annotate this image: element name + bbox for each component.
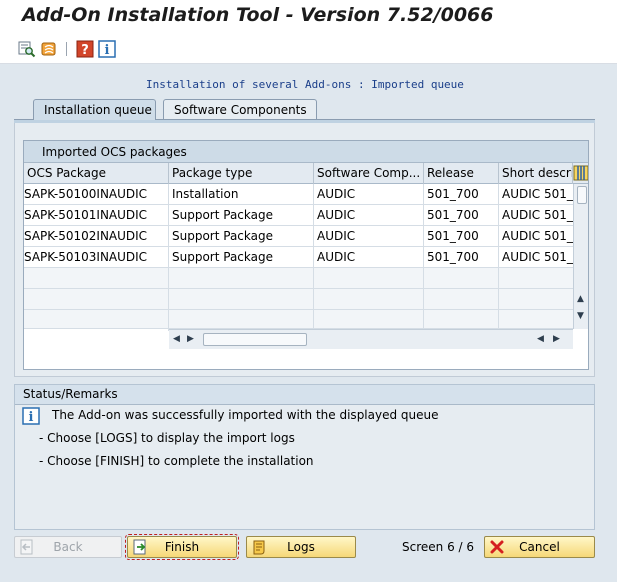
table-row-empty[interactable] — [24, 310, 573, 331]
cell-ocs-package: SAPK-50101INAUDIC — [24, 205, 169, 226]
horizontal-scroll-thumb[interactable] — [203, 333, 307, 346]
grid-header: OCS Package Package type Software Comp..… — [24, 163, 588, 184]
toolbar: ? i — [0, 34, 617, 64]
table-row-empty[interactable] — [24, 289, 573, 310]
cell-short-description: AUDIC 501_7 — [502, 187, 573, 201]
svg-text:?: ? — [81, 43, 89, 58]
cell-ocs-package: SAPK-50100INAUDIC — [24, 184, 169, 205]
finish-label: Finish — [164, 540, 200, 554]
table-row[interactable]: SAPK-50100INAUDIC Installation AUDIC 501… — [24, 184, 573, 205]
empty-cell — [24, 289, 169, 310]
table-row[interactable]: SAPK-50102INAUDIC Support Package AUDIC … — [24, 226, 573, 247]
horizontal-scrollbar[interactable]: ◀ ▶ ◀ ▶ — [169, 329, 573, 349]
find-icon[interactable] — [18, 40, 36, 58]
settings-icon[interactable] — [40, 40, 58, 58]
cell-short-description: AUDIC 501_7 — [502, 250, 573, 264]
cell-software-component: AUDIC — [314, 226, 424, 247]
table-row[interactable]: SAPK-50103INAUDIC Support Package AUDIC … — [24, 247, 573, 268]
finish-icon — [132, 539, 148, 555]
status-message: The Add-on was successfully imported wit… — [52, 408, 439, 422]
empty-cell — [24, 268, 169, 289]
main-content: Installation of several Add-ons : Import… — [0, 64, 617, 582]
help-icon[interactable]: ? — [76, 40, 94, 58]
logs-label: Logs — [287, 540, 315, 554]
tab-software-components[interactable]: Software Components — [163, 99, 317, 120]
back-button[interactable]: Back — [14, 536, 122, 558]
cancel-icon — [489, 539, 505, 555]
column-header-ocs-package[interactable]: OCS Package — [24, 163, 169, 184]
screen-subtitle: Installation of several Add-ons : Import… — [146, 78, 464, 91]
cell-software-component: AUDIC — [314, 205, 424, 226]
back-label: Back — [53, 540, 83, 554]
screen-indicator: Screen 6 / 6 — [402, 540, 475, 554]
cell-package-type: Installation — [169, 184, 314, 205]
grid-caption: Imported OCS packages — [24, 141, 588, 163]
cell-ocs-package: SAPK-50103INAUDIC — [24, 247, 169, 268]
column-settings-icon[interactable] — [573, 164, 588, 183]
scroll-left-icon[interactable]: ◀ — [173, 334, 180, 344]
tab-panel-installation-queue: Imported OCS packages OCS Package Packag… — [14, 123, 595, 377]
scroll-left-icon[interactable]: ◀ — [537, 334, 544, 344]
empty-cell — [169, 310, 314, 331]
cell-release: 501_700 — [424, 184, 499, 205]
cell-package-type: Support Package — [169, 247, 314, 268]
empty-cell — [424, 289, 499, 310]
cell-short-description: AUDIC 501_7 — [502, 208, 573, 222]
column-header-software-component[interactable]: Software Comp... — [314, 163, 424, 184]
status-heading: Status/Remarks — [15, 385, 594, 405]
logs-button[interactable]: Logs — [246, 536, 356, 558]
column-header-short-description[interactable]: Short descri — [499, 163, 573, 184]
status-hint-logs: - Choose [LOGS] to display the import lo… — [39, 431, 295, 445]
back-icon — [19, 539, 35, 555]
status-remarks-panel: Status/Remarks i The Add-on was successf… — [14, 384, 595, 530]
scroll-right-icon[interactable]: ▶ — [553, 334, 560, 344]
scroll-right-icon[interactable]: ▶ — [187, 334, 194, 344]
vertical-scroll-thumb[interactable] — [577, 186, 587, 204]
cell-release: 501_700 — [424, 226, 499, 247]
cell-release: 501_700 — [424, 205, 499, 226]
ocs-packages-grid: Imported OCS packages OCS Package Packag… — [23, 140, 589, 370]
empty-cell — [314, 289, 424, 310]
cell-package-type: Support Package — [169, 226, 314, 247]
status-hint-finish: - Choose [FINISH] to complete the instal… — [39, 454, 314, 468]
cancel-label: Cancel — [519, 540, 560, 554]
column-header-package-type[interactable]: Package type — [169, 163, 314, 184]
empty-cell — [314, 268, 424, 289]
table-row-empty[interactable] — [24, 268, 573, 289]
window-title: Add-On Installation Tool - Version 7.52/… — [22, 4, 494, 26]
toolbar-separator — [66, 42, 67, 56]
cell-release: 501_700 — [424, 247, 499, 268]
scroll-up-icon[interactable]: ▲ — [577, 294, 584, 304]
tab-installation-queue[interactable]: Installation queue — [33, 99, 156, 120]
cell-short-description: AUDIC 501_7 — [502, 229, 573, 243]
empty-cell — [424, 310, 499, 331]
empty-cell — [169, 289, 314, 310]
vertical-scrollbar[interactable]: ▲ ▼ — [573, 184, 588, 329]
info-icon: i — [22, 407, 40, 425]
cancel-button[interactable]: Cancel — [484, 536, 595, 558]
cell-software-component: AUDIC — [314, 184, 424, 205]
scroll-down-icon[interactable]: ▼ — [577, 311, 584, 321]
empty-cell — [169, 268, 314, 289]
logs-icon — [251, 539, 267, 555]
empty-cell — [424, 268, 499, 289]
info-icon[interactable]: i — [98, 40, 116, 58]
svg-text:i: i — [105, 43, 110, 58]
column-header-release[interactable]: Release — [424, 163, 499, 184]
svg-text:i: i — [29, 410, 34, 425]
empty-cell — [314, 310, 424, 331]
cell-ocs-package: SAPK-50102INAUDIC — [24, 226, 169, 247]
table-row[interactable]: SAPK-50101INAUDIC Support Package AUDIC … — [24, 205, 573, 226]
finish-button[interactable]: Finish — [125, 534, 239, 560]
title-bar: Add-On Installation Tool - Version 7.52/… — [0, 0, 617, 34]
empty-cell — [24, 310, 169, 331]
cell-package-type: Support Package — [169, 205, 314, 226]
cell-software-component: AUDIC — [314, 247, 424, 268]
